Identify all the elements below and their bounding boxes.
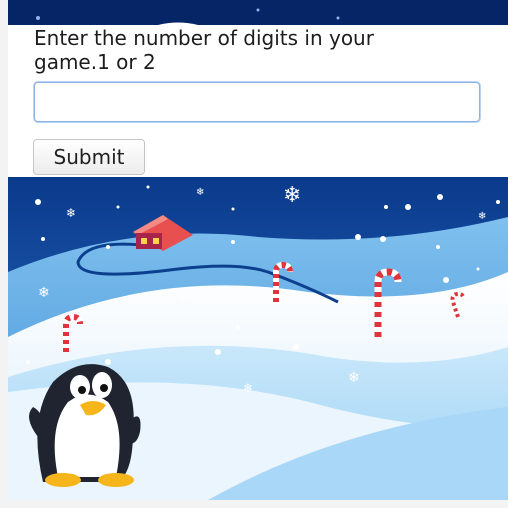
digits-input[interactable]	[34, 82, 480, 122]
winter-scene-illustration: ❄ ❄ ❄ ❄ ❄ ❄ ❄ ❄	[8, 177, 508, 500]
prompt-label: Enter the number of digits in your game.…	[34, 26, 374, 74]
svg-text:❄: ❄	[283, 183, 301, 208]
header-snow-decoration	[36, 8, 340, 25]
game-page: Enter the number of digits in your game.…	[8, 0, 508, 500]
svg-text:❄: ❄	[243, 381, 253, 395]
svg-text:❄: ❄	[178, 294, 186, 305]
svg-text:❄: ❄	[38, 285, 50, 301]
winter-scene: ❄ ❄ ❄ ❄ ❄ ❄ ❄ ❄	[8, 177, 508, 500]
svg-text:❄: ❄	[66, 206, 76, 220]
svg-text:❄: ❄	[196, 187, 204, 198]
submit-button[interactable]: Submit	[33, 139, 145, 175]
header-scene-strip	[8, 0, 508, 25]
svg-text:❄: ❄	[478, 211, 486, 222]
svg-text:❄: ❄	[348, 370, 360, 386]
